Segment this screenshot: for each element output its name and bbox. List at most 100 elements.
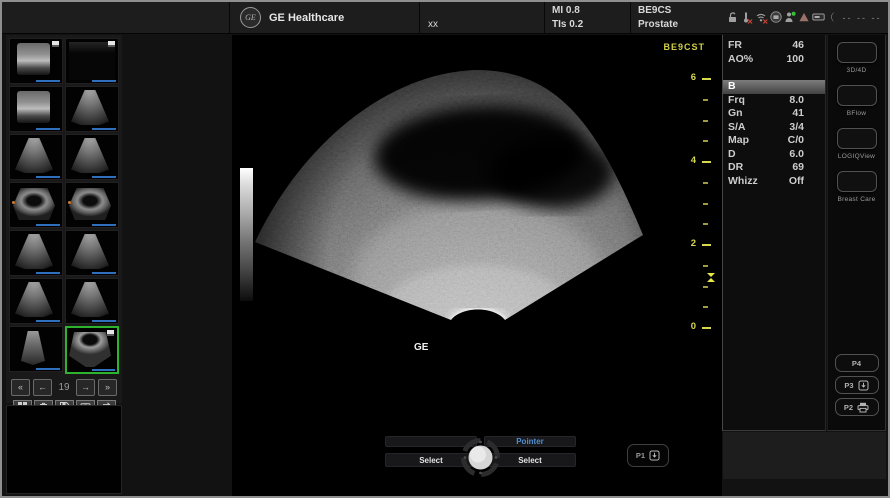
- clip-indicator: [36, 176, 60, 178]
- cone-icon: [798, 11, 810, 24]
- clip-indicator: [36, 368, 60, 370]
- clip-indicator: [36, 128, 60, 130]
- user-online-icon: [784, 11, 796, 24]
- p-button-list: P4 P3 P2: [828, 354, 885, 416]
- clip-indicator: [36, 272, 60, 274]
- param-value: 3/4: [789, 121, 804, 135]
- p1-button[interactable]: P1: [627, 444, 669, 467]
- patient-id-text: xx: [428, 19, 438, 30]
- param-value: Off: [789, 175, 804, 189]
- p-button-p3[interactable]: P3: [835, 376, 879, 394]
- trackball-control[interactable]: [457, 434, 504, 481]
- last-page-button[interactable]: »: [98, 379, 117, 396]
- mode-group-bflow: BFlow: [828, 85, 885, 117]
- clipboard-sidebar: « ← 19 → »: [6, 35, 122, 403]
- next-page-button[interactable]: →: [76, 379, 95, 396]
- prev-page-button[interactable]: ←: [33, 379, 52, 396]
- ultrasound-image: GE: [246, 65, 666, 365]
- depth-tick: [703, 306, 708, 308]
- param-row: [723, 66, 825, 80]
- sidebar-empty-panel: [6, 405, 122, 494]
- depth-tick: [703, 120, 708, 122]
- image-display-area: GE BE9CST 6420 Pointer Select Select P1: [232, 35, 722, 496]
- clock-placeholder: -- -- --: [836, 2, 888, 33]
- param-value: 41: [792, 107, 804, 121]
- status-icon-tray: [724, 2, 836, 33]
- thumbnail[interactable]: [9, 230, 63, 276]
- thumbnail-image: [13, 188, 55, 220]
- p-button-p4[interactable]: P4: [835, 354, 879, 372]
- thumbnail-image: [15, 282, 53, 317]
- mode-button-breast-care[interactable]: [837, 171, 877, 192]
- focus-marker-icon[interactable]: [707, 273, 715, 282]
- clip-indicator: [92, 128, 116, 130]
- clip-indicator: [92, 272, 116, 274]
- depth-tick-label: 6: [691, 72, 696, 83]
- mode-button-logiqview[interactable]: [837, 128, 877, 149]
- thumbnail-image: [69, 332, 111, 367]
- param-label: B: [728, 80, 736, 94]
- thumbnail[interactable]: [9, 278, 63, 324]
- param-label: Map: [728, 134, 749, 148]
- bottom-right-panel: [723, 432, 886, 479]
- depth-tick: [703, 99, 708, 101]
- param-value: 8.0: [789, 94, 804, 108]
- mode-button-column: 3D/4DBFlowLOGIQViewBreast Care P4P3P2: [827, 35, 886, 431]
- param-label: DR: [728, 161, 743, 175]
- patient-id-field[interactable]: xx: [419, 2, 544, 33]
- thumbnail[interactable]: [65, 182, 119, 228]
- param-row: WhizzOff: [723, 175, 825, 189]
- depth-tick: [703, 203, 708, 205]
- mode-group-breast-care: Breast Care: [828, 171, 885, 203]
- thumbnail-nav: « ← 19 → »: [11, 379, 117, 396]
- mode-label: BFlow: [828, 110, 885, 117]
- thumbnail[interactable]: [65, 278, 119, 324]
- param-row: AO%100: [723, 53, 825, 67]
- mode-button-3d-4d[interactable]: [837, 42, 877, 63]
- probe-name: BE9CS: [638, 5, 724, 16]
- camera-icon: [770, 11, 782, 24]
- thumbnail-image: [69, 42, 115, 80]
- thumbnail[interactable]: [9, 38, 63, 84]
- thumbnail[interactable]: [9, 86, 63, 132]
- thumbnail[interactable]: [65, 86, 119, 132]
- depth-ruler: 6420: [676, 35, 722, 496]
- p-button-p2[interactable]: P2: [835, 398, 879, 416]
- clip-indicator: [92, 80, 116, 82]
- thumbnail-image: [21, 331, 45, 365]
- depth-tick-label: 2: [691, 238, 696, 249]
- thumbnail-image: [69, 188, 111, 220]
- depth-tick: [703, 265, 708, 267]
- preset-section[interactable]: BE9CS Prostate: [630, 2, 724, 33]
- thumbnail[interactable]: [9, 326, 63, 372]
- mode-button-bflow[interactable]: [837, 85, 877, 106]
- unlock-icon: [726, 11, 738, 24]
- thumbnail[interactable]: [65, 230, 119, 276]
- tis-readout: TIs 0.2: [552, 19, 630, 30]
- clip-indicator: [36, 80, 60, 82]
- first-page-button[interactable]: «: [11, 379, 30, 396]
- thumbnail[interactable]: [65, 38, 119, 84]
- service-error-icon: [740, 11, 753, 24]
- param-row: Frq8.0: [723, 94, 825, 108]
- param-row: B: [723, 80, 825, 94]
- thumbnail-image: [71, 282, 109, 317]
- pointer-label: Pointer: [516, 437, 544, 446]
- depth-tick: [703, 286, 708, 288]
- thumbnail[interactable]: [65, 134, 119, 180]
- probe-icon: [812, 11, 825, 24]
- top-bar-spacer: [2, 2, 229, 33]
- thumbnail-selected[interactable]: [65, 326, 119, 374]
- depth-tick: [702, 78, 711, 80]
- thumbnail-image: [15, 138, 53, 173]
- thumbnail[interactable]: [9, 182, 63, 228]
- thumbnail[interactable]: [9, 134, 63, 180]
- brand-name: GE Healthcare: [269, 12, 344, 24]
- top-bar: GE GE Healthcare xx MI 0.8 TIs 0.2 BE9CS…: [2, 2, 888, 34]
- p-button-label: P3: [844, 381, 853, 390]
- param-label: AO%: [728, 53, 753, 67]
- ge-watermark: GE: [414, 342, 429, 353]
- param-list: FR46AO%100BFrq8.0Gn41S/A3/4MapC/0D6.0DR6…: [723, 39, 825, 188]
- depth-tick: [702, 161, 711, 163]
- depth-tick-label: 4: [691, 155, 696, 166]
